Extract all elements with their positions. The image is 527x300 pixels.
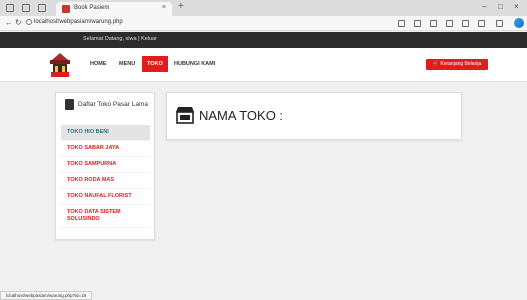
store-item-roda-mas[interactable]: TOKO RODA MAS xyxy=(61,173,150,189)
favorite-star-icon[interactable] xyxy=(414,20,421,27)
read-aloud-icon[interactable] xyxy=(398,20,405,27)
browser-tab[interactable]: Book Pasiem × xyxy=(56,2,172,16)
store-item-naufal-florist[interactable]: TOKO NAUFAL FLORIST xyxy=(61,189,150,205)
nav-menu[interactable]: MENU xyxy=(114,56,140,72)
store-item-sampurna[interactable]: TOKO SAMPURNA xyxy=(61,157,150,173)
list-icon xyxy=(65,99,74,110)
store-list-sidebar: Daftar Toko Pasar Lama TOKO HIO BENI TOK… xyxy=(55,92,155,240)
favorites-icon[interactable] xyxy=(446,20,453,27)
site-logo-icon[interactable] xyxy=(50,52,70,78)
close-window-button[interactable]: × xyxy=(514,2,519,11)
tab-close-icon[interactable]: × xyxy=(162,4,166,11)
site-top-bar: Selamat Datang, siwa | Keluar xyxy=(0,32,527,48)
site-info-icon[interactable] xyxy=(26,19,32,25)
nav-hubungi-kami[interactable]: HUBUNGI KAMI xyxy=(169,56,220,72)
store-item-data-sistem-solusindo[interactable]: TOKO DATA SISTEM SOLUSINDO xyxy=(61,205,150,228)
page-title: NAMA TOKO : xyxy=(199,108,284,123)
new-tab-button[interactable]: + xyxy=(178,1,184,12)
sidebar-title: Daftar Toko Pasar Lama xyxy=(78,101,148,108)
browser-status-bar: localhost/webpasiam/warung.php?id=18 xyxy=(0,291,93,300)
edge-copilot-icon[interactable] xyxy=(514,18,524,28)
nav-home[interactable]: HOME xyxy=(85,56,112,72)
store-item-sabar-jaya[interactable]: TOKO SABAR JAYA xyxy=(61,141,150,157)
collections-icon[interactable] xyxy=(462,20,469,27)
back-icon[interactable]: ← xyxy=(5,18,13,27)
store-list: TOKO HIO BENI TOKO SABAR JAYA TOKO SAMPU… xyxy=(61,125,150,228)
workspaces-icon[interactable] xyxy=(22,4,30,12)
url-field[interactable]: localhost/webpasiam/warung.php xyxy=(34,19,123,25)
browser-address-bar: ← ↻ localhost/webpasiam/warung.php xyxy=(0,16,527,31)
tab-actions-icon[interactable] xyxy=(38,4,46,12)
minimize-button[interactable]: – xyxy=(482,2,486,11)
split-screen-icon[interactable] xyxy=(430,20,437,27)
cart-icon: 🛒 xyxy=(432,61,439,67)
store-detail-card: NAMA TOKO : xyxy=(166,92,462,140)
extensions-icon[interactable] xyxy=(478,20,485,27)
browser-tab-bar: Book Pasiem × + – □ × xyxy=(0,0,527,16)
cart-button-label: Keranjang Belanja xyxy=(440,61,482,67)
profile-icon[interactable] xyxy=(6,4,14,12)
welcome-text[interactable]: Selamat Datang, siwa | Keluar xyxy=(0,36,240,42)
cart-button[interactable]: 🛒 Keranjang Belanja xyxy=(426,59,488,70)
more-menu-icon[interactable] xyxy=(496,20,503,27)
tab-favicon-icon xyxy=(62,5,70,13)
store-item-hio-beni[interactable]: TOKO HIO BENI xyxy=(61,125,150,141)
store-icon xyxy=(176,107,194,124)
maximize-button[interactable]: □ xyxy=(498,2,503,11)
site-navbar: HOME MENU TOKO HUBUNGI KAMI 🛒 Keranjang … xyxy=(0,48,527,82)
refresh-icon[interactable]: ↻ xyxy=(15,18,22,27)
nav-toko[interactable]: TOKO xyxy=(142,56,168,72)
tab-title: Book Pasiem xyxy=(74,5,110,11)
